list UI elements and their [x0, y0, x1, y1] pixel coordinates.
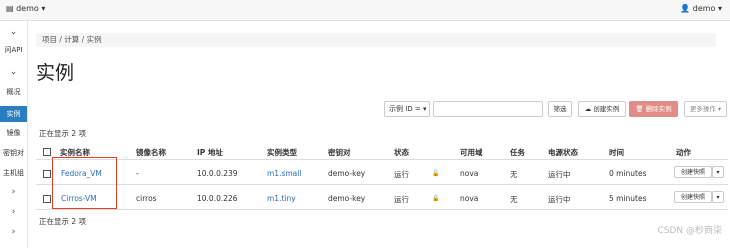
select-all-checkbox[interactable] — [43, 148, 51, 156]
sidebar-chevron-right-icon[interactable]: › — [0, 207, 27, 219]
filter-field-select[interactable]: 示例 ID = ▾ — [384, 101, 430, 117]
create-snapshot-button[interactable]: 创建快照 — [674, 191, 712, 203]
power-state-cell: 运行中 — [548, 195, 571, 204]
table-divider — [36, 184, 728, 185]
image-name-cell: - — [136, 169, 139, 178]
annotation-highlight-box — [52, 157, 117, 209]
sidebar-chevron-right-icon[interactable]: › — [0, 227, 27, 239]
column-header-time[interactable]: 时间 — [609, 147, 624, 158]
column-header-image[interactable]: 镜像名称 — [136, 147, 166, 158]
item-count-top: 正在显示 2 项 — [39, 129, 87, 138]
sidebar-item-overview[interactable]: 概况 — [0, 87, 27, 99]
task-cell: 无 — [510, 195, 518, 204]
filter-input[interactable] — [433, 101, 543, 117]
time-cell: 5 minutes — [609, 194, 647, 203]
keypair-cell: demo-key — [328, 169, 366, 178]
time-cell: 0 minutes — [609, 169, 647, 178]
ip-address-cell: 10.0.0.226 — [197, 194, 238, 203]
sidebar-item-instances[interactable]: 实例 — [0, 106, 27, 122]
user-menu[interactable]: 👤 demo ▾ — [680, 4, 722, 13]
column-header-ip[interactable]: IP 地址 — [197, 147, 223, 158]
sidebar: ⌄ 问API ⌄ 概况 实例 镜像 密钥对 主机组 › › › — [0, 21, 28, 248]
column-header-flavor[interactable]: 实例类型 — [267, 147, 297, 158]
delete-instances-button[interactable]: 🗑 删除实例 — [629, 101, 678, 117]
lock-icon: 🔓 — [432, 195, 440, 202]
chevron-down-icon[interactable]: ▾ — [712, 191, 724, 203]
sidebar-chevron-down-icon[interactable]: ⌄ — [0, 67, 27, 79]
ip-address-cell: 10.0.0.239 — [197, 169, 238, 178]
column-header-keypair[interactable]: 密钥对 — [328, 147, 351, 158]
item-count-bottom: 正在显示 2 项 — [39, 217, 87, 226]
create-snapshot-button[interactable]: 创建快照 — [674, 166, 712, 178]
power-state-cell: 运行中 — [548, 170, 571, 179]
column-header-actions: 动作 — [676, 148, 691, 157]
image-name-cell: cirros — [136, 194, 157, 203]
keypair-cell: demo-key — [328, 194, 366, 203]
column-header-zone[interactable]: 可用域 — [460, 147, 483, 158]
row-checkbox[interactable] — [43, 170, 51, 178]
column-header-task[interactable]: 任务 — [510, 147, 525, 158]
sidebar-chevron-down-icon[interactable]: ⌄ — [0, 27, 27, 39]
task-cell: 无 — [510, 170, 518, 179]
breadcrumb[interactable]: 项目 / 计算 / 实例 — [36, 33, 716, 47]
filter-button[interactable]: 筛选 — [548, 101, 572, 117]
project-switcher[interactable]: ▤ demo ▾ — [6, 4, 45, 13]
zone-cell: nova — [460, 194, 479, 203]
column-header-power-state[interactable]: 电源状态 — [548, 147, 578, 158]
more-actions-button[interactable]: 更多操作 ▾ — [684, 101, 727, 117]
column-header-status[interactable]: 状态 — [394, 147, 409, 158]
zone-cell: nova — [460, 169, 479, 178]
table-divider — [36, 209, 728, 210]
sidebar-item-images[interactable]: 镜像 — [0, 128, 27, 140]
sidebar-item-api-access[interactable]: 问API — [0, 45, 27, 57]
top-bar: ▤ demo ▾ 👤 demo ▾ — [0, 0, 730, 21]
flavor-link[interactable]: m1.small — [267, 169, 301, 178]
status-cell: 运行 — [394, 170, 409, 179]
watermark: CSDN @杪商柒 — [657, 226, 722, 236]
flavor-link[interactable]: m1.tiny — [267, 194, 296, 203]
chevron-down-icon[interactable]: ▾ — [712, 166, 724, 178]
sidebar-item-server-groups[interactable]: 主机组 — [0, 168, 27, 180]
create-instance-button[interactable]: ☁ 创建实例 — [578, 101, 626, 117]
sidebar-item-key-pairs[interactable]: 密钥对 — [0, 148, 27, 160]
table-divider — [36, 159, 728, 160]
lock-icon: 🔓 — [432, 170, 440, 177]
status-cell: 运行 — [394, 195, 409, 204]
page-title: 实例 — [36, 62, 75, 84]
sidebar-chevron-right-icon[interactable]: › — [0, 187, 27, 199]
row-checkbox[interactable] — [43, 195, 51, 203]
